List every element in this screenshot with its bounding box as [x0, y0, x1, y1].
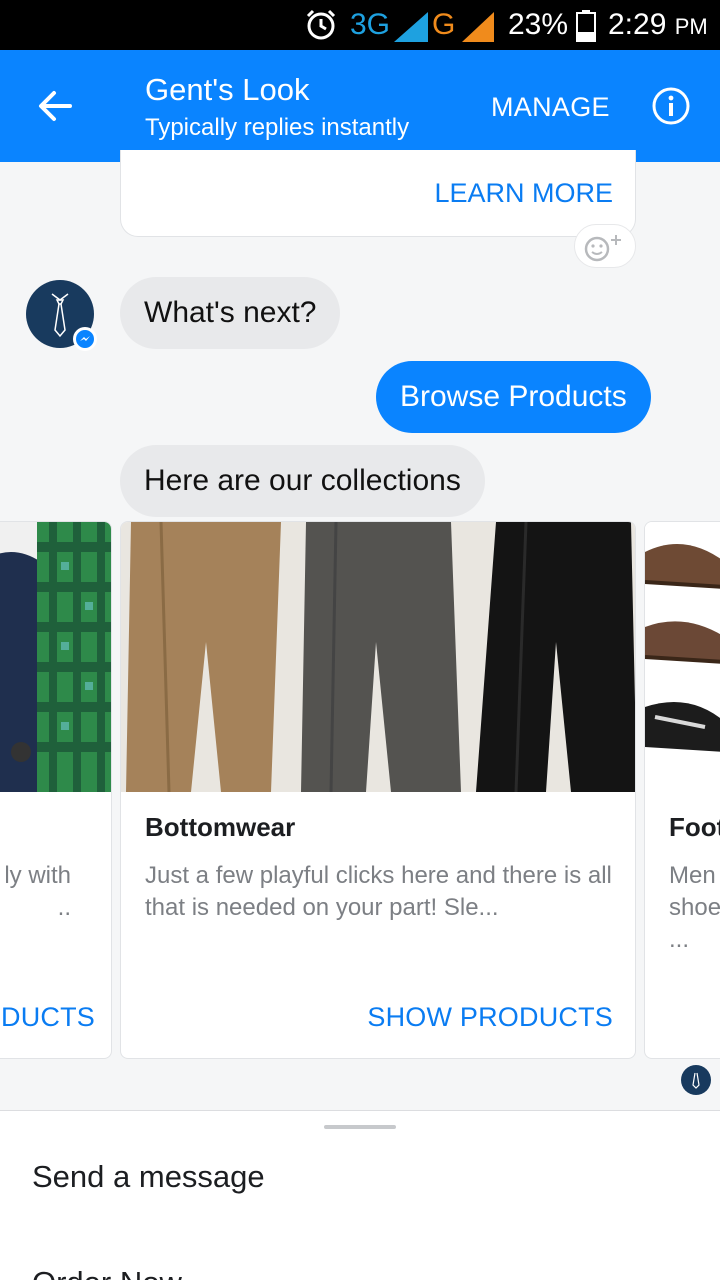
chat-subtitle: Typically replies instantly [145, 114, 410, 141]
drag-handle[interactable] [324, 1125, 396, 1129]
alarm-icon [304, 8, 338, 52]
back-arrow-icon[interactable] [34, 84, 78, 128]
add-reaction-icon[interactable] [574, 224, 636, 268]
network-3g-label: 3G [350, 8, 391, 41]
manage-button[interactable]: MANAGE [491, 92, 610, 123]
message-bubble-outgoing: Browse Products [376, 361, 651, 433]
info-icon[interactable] [651, 86, 691, 126]
clock: 2:29 PM [608, 8, 708, 41]
carousel-card-left[interactable]: ly with .. DUCTS [0, 521, 112, 1059]
battery-percent: 23% [508, 8, 569, 41]
menu-item-order-now[interactable]: Order Now [32, 1265, 182, 1280]
show-products-button[interactable]: DUCTS [1, 1002, 95, 1033]
shirt-product-image [0, 522, 111, 792]
carousel-card-footwear[interactable]: Foot Men shoe ... [644, 521, 720, 1059]
card-description: ly with .. [4, 862, 71, 921]
status-bar: 3G G 23% 2:29 PM [0, 0, 720, 50]
card-title: Foot [669, 812, 720, 842]
message-bubble-incoming: What's next? [120, 277, 341, 349]
show-products-button[interactable]: SHOW PRODUCTS [367, 1002, 613, 1033]
messenger-badge-icon [73, 327, 97, 351]
learn-more-button[interactable]: LEARN MORE [434, 178, 613, 209]
menu-item-send-message[interactable]: Send a message [32, 1159, 265, 1195]
bottomwear-product-image [121, 522, 635, 792]
battery-icon [576, 10, 596, 52]
footwear-product-image [645, 522, 720, 792]
card-description: Men shoe ... [669, 862, 720, 953]
persistent-menu: Send a message Order Now [0, 1110, 720, 1280]
seen-avatar-icon [681, 1065, 711, 1095]
previous-message-card: LEARN MORE [120, 150, 636, 237]
card-description: Just a few playful clicks here and there… [145, 862, 612, 921]
chat-title[interactable]: Gent's Look [145, 72, 309, 108]
carousel-card-bottomwear[interactable]: Bottomwear Just a few playful clicks her… [120, 521, 636, 1059]
signal-bars-icon [392, 12, 430, 54]
network-g-label: G [432, 8, 456, 41]
message-bubble-incoming: Here are our collections [120, 445, 485, 517]
chat-header: Gent's Look Typically replies instantly … [0, 50, 720, 162]
signal-bars-icon-2 [460, 12, 496, 54]
card-title: Bottomwear [145, 812, 296, 842]
